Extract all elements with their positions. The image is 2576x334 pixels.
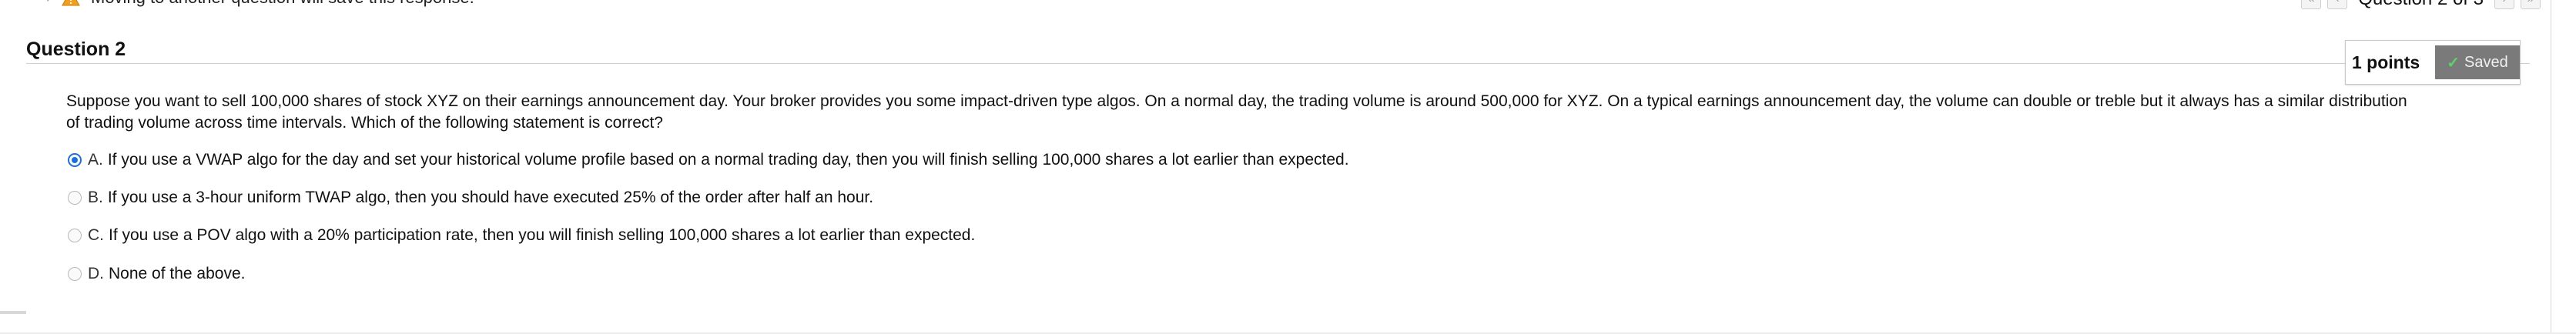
answer-option-d[interactable]: D. None of the above. — [68, 262, 245, 286]
save-notice: › Moving to another question will save t… — [46, 0, 474, 9]
question-counter: Question 2 of 3 — [2353, 0, 2488, 10]
question-stem: Suppose you want to sell 100,000 shares … — [66, 92, 2407, 132]
previous-question-button[interactable]: ‹ — [2327, 0, 2348, 9]
answer-option-c[interactable]: C. If you use a POV algo with a 20% part… — [68, 224, 975, 247]
option-letter: B. — [88, 189, 103, 206]
radio-button-d[interactable] — [68, 267, 82, 281]
answer-option-a[interactable]: A. If you use a VWAP algo for the day an… — [68, 149, 1349, 172]
question-title: Question 2 — [26, 38, 126, 60]
option-letter: C. — [88, 226, 104, 244]
last-question-button[interactable]: » — [2521, 0, 2541, 9]
warning-icon — [62, 0, 80, 6]
option-text: None of the above. — [109, 265, 246, 282]
chevron-right-icon: › — [2502, 0, 2506, 6]
chevron-right-icon: › — [46, 0, 51, 6]
points-value: 1 points — [2352, 52, 2420, 72]
chevron-left-icon: ‹ — [2336, 0, 2340, 6]
option-text: If you use a 3-hour uniform TWAP algo, t… — [107, 189, 874, 206]
points-panel: 1 points ✓ Saved — [2345, 40, 2521, 85]
radio-button-b[interactable] — [68, 191, 82, 205]
radio-button-a[interactable] — [68, 153, 82, 167]
question-navigation: « ‹ Question 2 of 3 › » — [2301, 0, 2541, 11]
checkmark-icon: ✓ — [2447, 54, 2460, 72]
double-chevron-right-icon: » — [2527, 0, 2534, 6]
first-question-button[interactable]: « — [2301, 0, 2322, 9]
save-notice-text: Moving to another question will save thi… — [91, 0, 474, 8]
radio-button-c[interactable] — [68, 229, 82, 242]
question-divider — [26, 63, 2530, 64]
option-letter: A. — [88, 151, 103, 169]
answer-option-b[interactable]: B. If you use a 3-hour uniform TWAP algo… — [68, 186, 873, 209]
next-question-button[interactable]: › — [2494, 0, 2514, 9]
option-letter: D. — [88, 265, 104, 282]
option-text: If you use a VWAP algo for the day and s… — [107, 151, 1349, 169]
divider — [0, 311, 26, 314]
saved-label: Saved — [2464, 53, 2508, 71]
assessment-page: › Moving to another question will save t… — [0, 0, 2576, 334]
double-chevron-left-icon: « — [2308, 0, 2315, 6]
saved-status-badge: ✓ Saved — [2435, 45, 2520, 79]
option-text: If you use a POV algo with a 20% partici… — [109, 226, 976, 244]
